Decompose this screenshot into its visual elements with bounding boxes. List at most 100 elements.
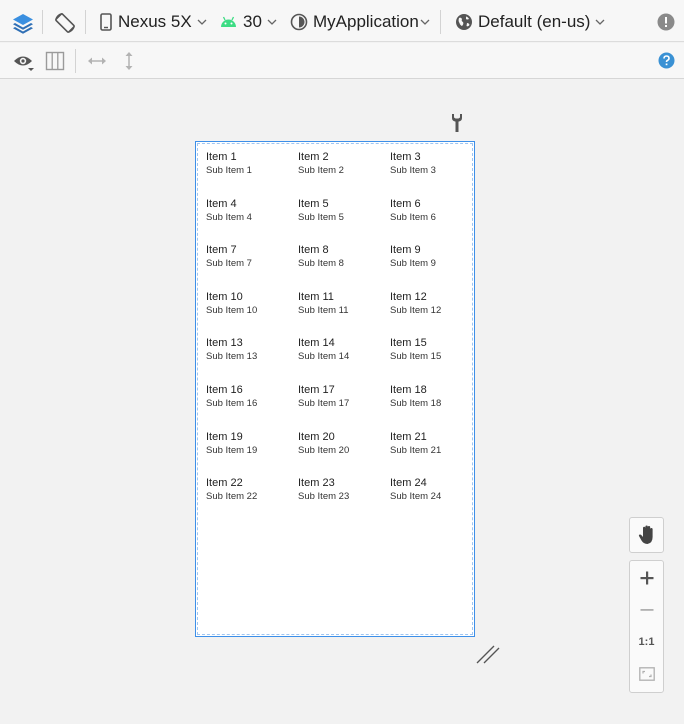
- list-item[interactable]: Item 2 Sub Item 2: [298, 150, 390, 197]
- item-title: Item 1: [206, 151, 237, 163]
- device-preview[interactable]: Item 1 Sub Item 1 Item 2 Sub Item 2 Item 3 Su…: [195, 141, 475, 637]
- item-title: Item 8: [298, 244, 329, 257]
- list-item[interactable]: Item 4 Sub Item 4: [206, 197, 298, 244]
- item-title: Item 23: [298, 477, 335, 490]
- list-item[interactable]: Item 10 Sub Item 10: [206, 290, 298, 337]
- layers-icon[interactable]: [11, 11, 35, 35]
- item-title: Item 19: [206, 430, 243, 443]
- item-title: Item 24: [390, 477, 427, 490]
- chevron-down-icon: [267, 19, 277, 25]
- item-subtitle: Sub Item 12: [390, 304, 442, 316]
- list-item[interactable]: Item 24 Sub Item 24: [390, 476, 476, 523]
- item-subtitle: Sub Item 2: [298, 165, 344, 176]
- list-item[interactable]: Item 20 Sub Item 20: [298, 430, 390, 477]
- list-item[interactable]: Item 8 Sub Item 8: [298, 243, 390, 290]
- list-item[interactable]: Item 6 Sub Item 6: [390, 197, 476, 244]
- list-item[interactable]: Item 9 Sub Item 9: [390, 243, 476, 290]
- list-item[interactable]: Item 21 Sub Item 21: [390, 430, 476, 477]
- item-subtitle: Sub Item 19: [206, 444, 258, 456]
- item-title: Item 9: [390, 244, 421, 257]
- plus-icon: [640, 571, 654, 585]
- item-title: Item 14: [298, 337, 335, 350]
- item-title: Item 15: [390, 337, 427, 350]
- item-title: Item 4: [206, 197, 237, 210]
- item-title: Item 2: [298, 151, 329, 163]
- phone-icon: [100, 13, 112, 31]
- minus-icon: [640, 608, 654, 612]
- globe-icon: [455, 13, 473, 31]
- item-subtitle: Sub Item 4: [206, 211, 252, 223]
- item-subtitle: Sub Item 20: [298, 444, 350, 456]
- item-subtitle: Sub Item 8: [298, 258, 344, 270]
- list-item[interactable]: Item 5 Sub Item 5: [298, 197, 390, 244]
- zoom-controls: 1:1: [629, 560, 664, 693]
- list-item[interactable]: Item 19 Sub Item 19: [206, 430, 298, 477]
- item-title: Item 17: [298, 383, 335, 396]
- item-subtitle: Sub Item 10: [206, 304, 258, 316]
- one-to-one-label: 1:1: [638, 636, 655, 648]
- api-level-selector[interactable]: 30: [220, 10, 277, 34]
- item-subtitle: Sub Item 23: [298, 491, 350, 503]
- zoom-out-button[interactable]: [630, 595, 663, 625]
- item-subtitle: Sub Item 5: [298, 211, 344, 223]
- list-item[interactable]: Item 11 Sub Item 11: [298, 290, 390, 337]
- item-title: Item 11: [298, 290, 334, 303]
- list-item[interactable]: Item 23 Sub Item 23: [298, 476, 390, 523]
- list-item[interactable]: Item 13 Sub Item 13: [206, 336, 298, 383]
- item-subtitle: Sub Item 11: [298, 304, 349, 316]
- chevron-down-icon: [595, 19, 605, 25]
- item-title: Item 3: [390, 151, 421, 163]
- item-subtitle: Sub Item 21: [390, 444, 442, 456]
- item-subtitle: Sub Item 13: [206, 351, 258, 363]
- item-grid: Item 1 Sub Item 1 Item 2 Sub Item 2 Item 3 Su…: [206, 150, 476, 523]
- theme-label: MyApplication: [313, 12, 419, 31]
- warning-icon[interactable]: [657, 13, 675, 31]
- item-title: Item 10: [206, 290, 243, 303]
- item-title: Item 13: [206, 337, 243, 350]
- item-subtitle: Sub Item 9: [390, 258, 436, 270]
- vertical-arrows-icon[interactable]: [122, 51, 136, 71]
- pan-button[interactable]: [629, 517, 664, 553]
- chevron-down-icon: [420, 19, 430, 25]
- list-item[interactable]: Item 12 Sub Item 12: [390, 290, 476, 337]
- item-title: Item 20: [298, 430, 335, 443]
- list-item[interactable]: Item 18 Sub Item 18: [390, 383, 476, 430]
- locale-label: Default (en-us): [478, 12, 591, 31]
- item-subtitle: Sub Item 17: [298, 397, 350, 409]
- item-title: Item 6: [390, 197, 421, 210]
- theme-selector[interactable]: MyApplication: [290, 10, 430, 34]
- list-item[interactable]: Item 16 Sub Item 16: [206, 383, 298, 430]
- item-title: Item 16: [206, 383, 243, 396]
- item-subtitle: Sub Item 14: [298, 351, 350, 363]
- resize-handle-icon[interactable]: [476, 642, 500, 666]
- device-selector[interactable]: Nexus 5X: [100, 10, 207, 34]
- list-item[interactable]: Item 17 Sub Item 17: [298, 383, 390, 430]
- eye-icon[interactable]: [13, 52, 35, 72]
- rotate-icon[interactable]: [53, 11, 77, 35]
- locale-selector[interactable]: Default (en-us): [455, 10, 605, 34]
- item-subtitle: Sub Item 1: [206, 165, 252, 176]
- columns-icon[interactable]: [45, 51, 65, 71]
- chevron-down-icon: [197, 19, 207, 25]
- item-title: Item 22: [206, 477, 243, 490]
- list-item[interactable]: Item 15 Sub Item 15: [390, 336, 476, 383]
- zoom-actual-size-button[interactable]: 1:1: [630, 627, 663, 657]
- list-item[interactable]: Item 7 Sub Item 7: [206, 243, 298, 290]
- zoom-in-button[interactable]: [630, 563, 663, 593]
- theme-icon: [290, 13, 308, 31]
- api-level-label: 30: [243, 12, 262, 31]
- horizontal-arrows-icon[interactable]: [87, 54, 107, 68]
- wrench-icon[interactable]: [450, 113, 464, 133]
- zoom-fit-button[interactable]: [630, 659, 663, 689]
- item-title: Item 12: [390, 290, 427, 303]
- list-item[interactable]: Item 1 Sub Item 1: [206, 150, 298, 197]
- list-item[interactable]: Item 3 Sub Item 3: [390, 150, 476, 197]
- item-title: Item 7: [206, 244, 237, 257]
- help-icon[interactable]: [658, 52, 675, 69]
- list-item[interactable]: Item 22 Sub Item 22: [206, 476, 298, 523]
- item-subtitle: Sub Item 6: [390, 211, 436, 223]
- secondary-toolbar: [0, 43, 684, 79]
- item-subtitle: Sub Item 22: [206, 491, 258, 503]
- item-title: Item 5: [298, 197, 329, 210]
- list-item[interactable]: Item 14 Sub Item 14: [298, 336, 390, 383]
